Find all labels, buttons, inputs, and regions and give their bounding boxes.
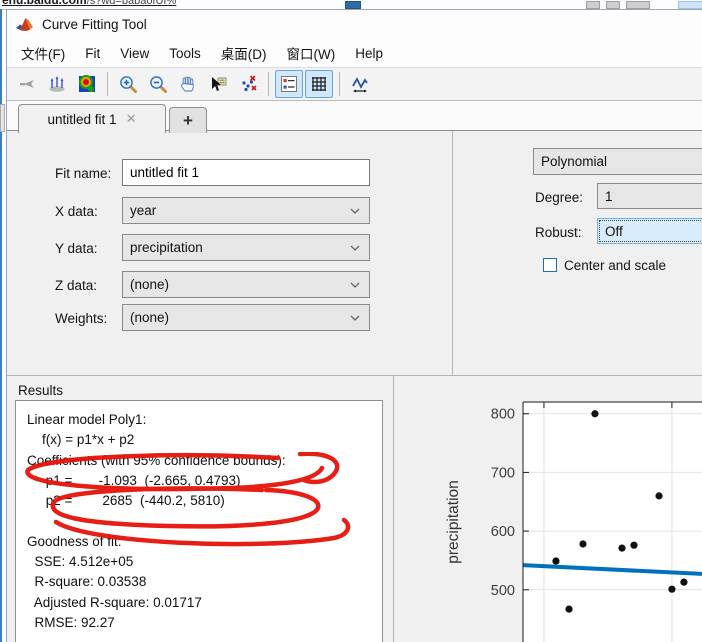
results-line: Goodness of fit: xyxy=(27,532,286,552)
grid-toggle-icon[interactable] xyxy=(305,70,333,98)
zoom-out-icon[interactable] xyxy=(144,70,172,98)
weights-label: Weights: xyxy=(55,311,107,326)
menu-item-3[interactable]: View xyxy=(110,42,159,65)
chevron-down-icon xyxy=(350,282,360,288)
zoom-in-icon[interactable] xyxy=(114,70,142,98)
tab-label: untitled fit 1 xyxy=(48,112,117,127)
svg-text:800: 800 xyxy=(491,407,515,423)
results-line: Adjusted R-square: 0.01717 xyxy=(27,593,286,613)
x-data-label: X data: xyxy=(55,204,98,219)
plus-icon: + xyxy=(183,111,193,131)
menu-item-7[interactable]: Help xyxy=(345,42,393,65)
background-window-glyph xyxy=(586,1,600,9)
menu-item-1[interactable]: 文件(F) xyxy=(11,39,75,67)
results-line: p2 = 2685 (-440.2, 5810) xyxy=(27,491,286,511)
background-favicon xyxy=(345,1,361,9)
title-bar[interactable]: Curve Fitting Tool xyxy=(7,10,702,39)
background-window-glyph xyxy=(606,1,620,9)
results-line xyxy=(27,511,286,531)
results-line: RMSE: 92.27 xyxy=(27,613,286,633)
svg-text:500: 500 xyxy=(491,583,515,599)
results-line: Coefficients (with 95% confidence bounds… xyxy=(27,451,286,471)
degree-value: 1 xyxy=(605,189,613,204)
degree-dropdown[interactable]: 1 xyxy=(597,183,702,209)
chevron-down-icon xyxy=(350,208,360,214)
robust-value: Off xyxy=(605,224,623,239)
y-data-dropdown[interactable]: precipitation xyxy=(122,234,370,261)
y-data-value: precipitation xyxy=(130,240,203,255)
results-box: Linear model Poly1: f(x) = p1*x + p2Coef… xyxy=(15,400,383,642)
toolbar xyxy=(7,67,702,101)
svg-text:700: 700 xyxy=(491,465,515,481)
tab-untitled-fit-1[interactable]: untitled fit 1 ✕ xyxy=(18,104,166,133)
background-url-text: enu.baidu.com/s?wd=babaofUI% xyxy=(2,0,176,7)
background-scrollbar-fragment xyxy=(0,104,5,132)
matlab-logo-icon xyxy=(15,16,35,34)
pan-hand-icon[interactable] xyxy=(174,70,202,98)
tab-strip: untitled fit 1 ✕ + xyxy=(7,101,702,131)
results-line: Linear model Poly1: xyxy=(27,410,286,430)
residuals-plot-icon[interactable] xyxy=(43,70,71,98)
fit-plot[interactable]: 500 600 700 800 precipitation xyxy=(394,376,702,642)
fit-name-input[interactable] xyxy=(122,159,370,186)
fit-type-value: Polynomial xyxy=(541,154,607,169)
tab-close-icon[interactable]: ✕ xyxy=(126,111,137,127)
results-line: R-square: 0.03538 xyxy=(27,572,286,592)
legend-toggle-icon[interactable] xyxy=(275,70,303,98)
results-text: Linear model Poly1: f(x) = p1*x + p2Coef… xyxy=(27,410,286,633)
toolbar-separator xyxy=(339,72,340,96)
fit-name-label: Fit name: xyxy=(55,166,111,181)
center-and-scale-label: Center and scale xyxy=(564,258,666,273)
menu-bar: 文件(F)FitViewTools桌面(D)窗口(W)Help xyxy=(7,39,702,67)
exclude-outliers-icon[interactable] xyxy=(234,70,262,98)
results-panel-title: Results xyxy=(18,383,63,398)
adjust-axes-limits-icon[interactable] xyxy=(346,70,374,98)
background-window-glyph xyxy=(626,1,650,9)
z-data-label: Z data: xyxy=(55,278,97,293)
window-title: Curve Fitting Tool xyxy=(42,17,147,32)
svg-text:precipitation: precipitation xyxy=(445,480,462,564)
center-and-scale-checkbox[interactable] xyxy=(543,258,557,272)
toolbar-separator xyxy=(268,72,269,96)
contour-plot-icon[interactable] xyxy=(73,70,101,98)
open-plot-arrow-icon[interactable] xyxy=(13,70,41,98)
chevron-down-icon xyxy=(350,245,360,251)
x-data-dropdown[interactable]: year xyxy=(122,197,370,224)
z-data-dropdown[interactable]: (none) xyxy=(122,271,370,298)
results-line: p1 = -1.093 (-2.665, 0.4793) xyxy=(27,471,286,491)
results-line: SSE: 4.512e+05 xyxy=(27,552,286,572)
menu-item-4[interactable]: Tools xyxy=(159,42,211,65)
results-line: f(x) = p1*x + p2 xyxy=(27,430,286,450)
menu-item-2[interactable]: Fit xyxy=(75,42,110,65)
y-data-label: Y data: xyxy=(55,241,98,256)
new-tab-button[interactable]: + xyxy=(169,107,207,133)
chevron-down-icon xyxy=(350,315,360,321)
weights-value: (none) xyxy=(130,310,169,325)
toolbar-separator xyxy=(107,72,108,96)
degree-label: Degree: xyxy=(535,190,583,205)
menu-item-6[interactable]: 窗口(W) xyxy=(277,39,346,67)
x-data-value: year xyxy=(130,203,156,218)
background-window-corner xyxy=(678,1,702,9)
z-data-value: (none) xyxy=(130,277,169,292)
data-cursor-icon[interactable] xyxy=(204,70,232,98)
robust-dropdown[interactable]: Off xyxy=(597,218,702,244)
plot-panel[interactable]: 500 600 700 800 precipitation xyxy=(394,376,702,642)
robust-label: Robust: xyxy=(535,225,582,240)
curve-fitting-tool-screen: enu.baidu.com/s?wd=babaofUI% Curve Fitti… xyxy=(0,0,702,642)
panel-divider-vertical xyxy=(452,131,453,375)
menu-item-5[interactable]: 桌面(D) xyxy=(211,39,277,67)
svg-text:600: 600 xyxy=(491,524,515,540)
weights-dropdown[interactable]: (none) xyxy=(122,304,370,331)
fit-type-dropdown[interactable]: Polynomial xyxy=(533,148,702,175)
